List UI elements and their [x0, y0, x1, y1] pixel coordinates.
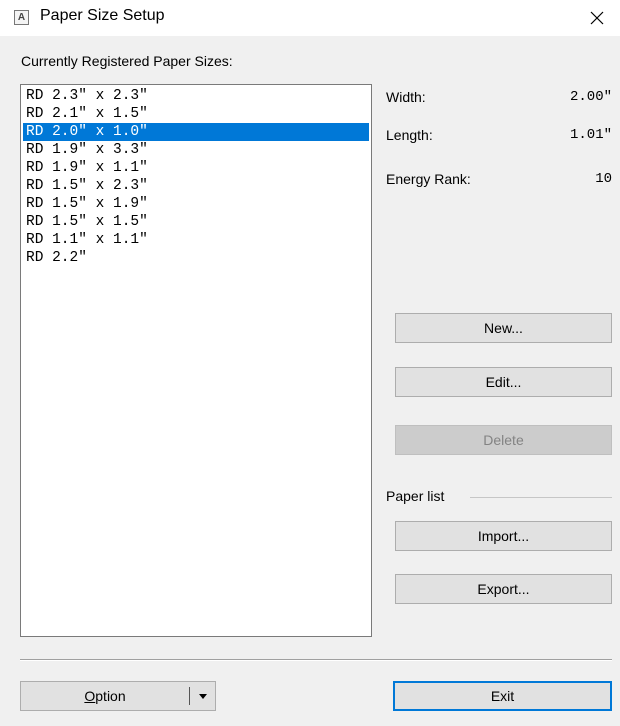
list-item[interactable]: RD 1.5" x 1.5" [23, 213, 369, 231]
energy-rank-value: 10 [595, 171, 612, 187]
exit-button[interactable]: Exit [393, 681, 612, 711]
edit-button[interactable]: Edit... [395, 367, 612, 397]
bottom-separator-highlight [20, 660, 612, 661]
list-item[interactable]: RD 1.5" x 1.9" [23, 195, 369, 213]
paper-list-group-label: Paper list [386, 488, 445, 504]
option-button[interactable]: Option [21, 682, 189, 710]
list-item[interactable]: RD 1.9" x 1.1" [23, 159, 369, 177]
width-value: 2.00" [569, 89, 612, 105]
list-item[interactable]: RD 1.1" x 1.1" [23, 231, 369, 249]
paper-sizes-listbox[interactable]: RD 2.3" x 2.3" RD 2.1" x 1.5" RD 2.0" x … [20, 84, 372, 637]
length-row: Length: 1.01" [386, 127, 612, 147]
energy-rank-label: Energy Rank: [386, 171, 471, 187]
list-item[interactable]: RD 2.2" [23, 249, 369, 267]
list-item[interactable]: RD 1.5" x 2.3" [23, 177, 369, 195]
option-split-button[interactable]: Option [20, 681, 216, 711]
option-label-rest: ption [95, 688, 126, 704]
list-item[interactable]: RD 2.3" x 2.3" [23, 87, 369, 105]
new-button[interactable]: New... [395, 313, 612, 343]
split-divider [189, 687, 190, 705]
app-icon-glyph: A [17, 12, 26, 23]
option-dropdown-button[interactable] [191, 682, 215, 710]
dropdown-arrow-icon [199, 693, 207, 699]
list-item[interactable]: RD 2.1" x 1.5" [23, 105, 369, 123]
width-label: Width: [386, 89, 426, 105]
close-icon [590, 11, 604, 25]
length-label: Length: [386, 127, 433, 143]
app-icon: A [14, 10, 29, 25]
close-button[interactable] [574, 0, 620, 36]
energy-rank-row: Energy Rank: 10 [386, 171, 612, 191]
width-row: Width: 2.00" [386, 89, 612, 109]
option-accelerator: O [84, 688, 96, 704]
window-title: Paper Size Setup [40, 7, 165, 24]
title-bar: A Paper Size Setup [0, 0, 620, 36]
list-item-selected[interactable]: RD 2.0" x 1.0" [23, 123, 369, 141]
delete-button[interactable]: Delete [395, 425, 612, 455]
export-button[interactable]: Export... [395, 574, 612, 604]
list-item[interactable]: RD 1.9" x 3.3" [23, 141, 369, 159]
length-value: 1.01" [569, 127, 612, 143]
paper-sizes-label: Currently Registered Paper Sizes: [21, 53, 233, 69]
import-button[interactable]: Import... [395, 521, 612, 551]
paper-list-group-line [470, 497, 612, 498]
